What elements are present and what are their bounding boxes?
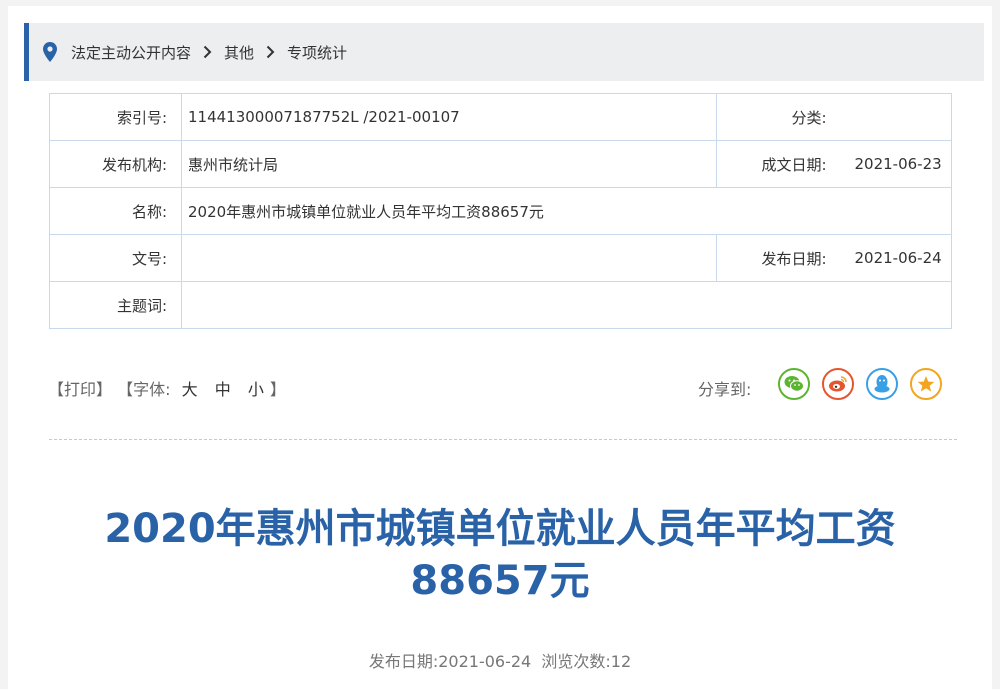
meta-row-name: 名称: 2020年惠州市城镇单位就业人员年平均工资88657元 <box>49 187 952 235</box>
docno-value <box>181 234 717 282</box>
qzone-share-button[interactable] <box>910 368 942 400</box>
views-count: 12 <box>610 652 632 671</box>
subject-value <box>181 281 952 329</box>
docno-label: 文号: <box>49 234 182 282</box>
print-button[interactable]: 【打印】 <box>48 380 112 399</box>
subject-label: 主题词: <box>49 281 182 329</box>
created-date-value: 2021-06-23 <box>848 140 952 188</box>
qq-icon <box>874 375 890 393</box>
article-title: 2020年惠州市城镇单位就业人员年平均工资 88657元 <box>48 503 952 607</box>
chevron-right-icon <box>203 45 212 59</box>
breadcrumb-item-other[interactable]: 其他 <box>224 42 254 63</box>
font-size-prefix: 【字体: <box>117 380 171 399</box>
article-pubdate-label: 发布日期: <box>368 652 439 671</box>
qq-share-button[interactable] <box>866 368 898 400</box>
star-icon <box>917 376 935 392</box>
article-title-line2: 88657元 <box>410 558 590 604</box>
views-label: 浏览次数: <box>541 652 611 671</box>
publisher-value: 惠州市统计局 <box>181 140 717 188</box>
font-large-button[interactable]: 大 <box>182 380 198 399</box>
document-meta-table: 索引号: 11441300007187752L /2021-00107 分类: … <box>49 93 952 329</box>
category-value <box>848 93 952 141</box>
meta-row-docno: 文号: 发布日期: 2021-06-24 <box>49 234 952 282</box>
article-info: 发布日期:2021-06-24 浏览次数:12 <box>48 648 952 672</box>
article-title-line1: 2020年惠州市城镇单位就业人员年平均工资 <box>104 506 896 552</box>
toolbar: 【打印】 【字体: 大 中 小】 分享到: <box>48 366 948 406</box>
name-value: 2020年惠州市城镇单位就业人员年平均工资88657元 <box>181 187 952 235</box>
wechat-share-button[interactable] <box>778 368 810 400</box>
article-pubdate-value: 2021-06-24 <box>438 652 532 671</box>
publish-date-value: 2021-06-24 <box>848 234 952 282</box>
share-label: 分享到: <box>698 380 752 399</box>
name-label: 名称: <box>49 187 182 235</box>
font-medium-button[interactable]: 中 <box>215 380 231 399</box>
meta-row-publisher: 发布机构: 惠州市统计局 成文日期: 2021-06-23 <box>49 140 952 188</box>
publish-date-label: 发布日期: <box>716 234 849 282</box>
print-font-tools: 【打印】 【字体: 大 中 小】 <box>48 376 286 400</box>
index-value: 11441300007187752L /2021-00107 <box>181 93 717 141</box>
publisher-label: 发布机构: <box>49 140 182 188</box>
breadcrumb-item-special-statistics[interactable]: 专项统计 <box>287 42 347 63</box>
weibo-share-button[interactable] <box>822 368 854 400</box>
index-label: 索引号: <box>49 93 182 141</box>
category-label: 分类: <box>716 93 849 141</box>
breadcrumb: 法定主动公开内容 其他 专项统计 <box>24 23 984 81</box>
font-small-button[interactable]: 小 <box>248 380 264 399</box>
weibo-icon <box>829 376 847 392</box>
meta-row-index: 索引号: 11441300007187752L /2021-00107 分类: <box>49 93 952 141</box>
divider <box>49 439 957 440</box>
breadcrumb-item-public-content[interactable]: 法定主动公开内容 <box>71 42 191 63</box>
chevron-right-icon <box>266 45 275 59</box>
font-size-suffix: 】 <box>269 380 286 399</box>
wechat-icon <box>784 376 804 392</box>
page: 法定主动公开内容 其他 专项统计 索引号: 11441300007187752L… <box>8 6 992 689</box>
meta-row-subject: 主题词: <box>49 281 952 329</box>
created-date-label: 成文日期: <box>716 140 849 188</box>
location-pin-icon <box>43 42 57 62</box>
